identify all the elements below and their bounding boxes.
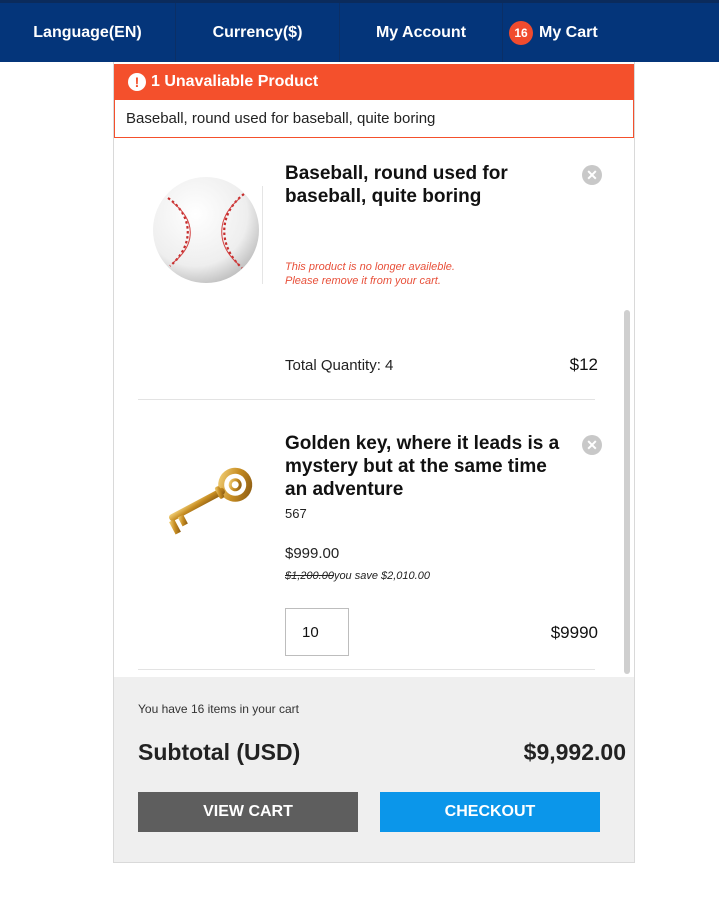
unavailable-alert-message: Baseball, round used for baseball, quite… xyxy=(114,99,634,138)
cart-dropdown-panel: ! 1 Unavaliable Product Baseball, round … xyxy=(113,62,635,863)
my-account-link[interactable]: My Account xyxy=(340,3,503,62)
view-cart-button[interactable]: VIEW CART xyxy=(138,792,358,832)
language-selector[interactable]: Language(EN) xyxy=(0,3,176,62)
checkout-button[interactable]: CHECKOUT xyxy=(380,792,600,832)
top-navigation: Language(EN) Currency($) My Account 16 M… xyxy=(0,0,719,62)
cart-summary: You have 16 items in your cart Subtotal … xyxy=(114,677,634,862)
currency-selector[interactable]: Currency($) xyxy=(176,3,340,62)
baseball-image xyxy=(153,177,259,283)
item-price: $999.00 xyxy=(285,545,340,562)
subtotal-value: $9,992.00 xyxy=(523,739,626,765)
unavailable-note: This product is no longer availeble. Ple… xyxy=(285,261,455,287)
quantity-input[interactable] xyxy=(285,608,349,656)
remove-item-button[interactable]: ✕ xyxy=(582,165,602,185)
items-scrollbar[interactable] xyxy=(624,310,630,674)
savings-text: you save $2,010.00 xyxy=(333,570,430,582)
old-price: $1,200.00 xyxy=(285,570,334,582)
image-separator xyxy=(262,186,263,284)
currency-label: Currency($) xyxy=(212,23,303,41)
close-icon: ✕ xyxy=(586,166,598,183)
total-quantity: Total Quantity: 4 xyxy=(285,357,394,374)
my-cart-label: My Cart xyxy=(539,23,598,41)
alert-message-text: Baseball, round used for baseball, quite… xyxy=(126,110,436,127)
item-divider xyxy=(138,399,595,400)
alert-icon: ! xyxy=(128,72,146,91)
unavailable-alert-header: ! 1 Unavaliable Product xyxy=(114,64,634,99)
remove-item-button[interactable]: ✕ xyxy=(582,435,602,455)
price-savings: $1,200.00you save $2,010.00 xyxy=(285,570,430,582)
language-label: Language(EN) xyxy=(33,23,142,41)
item-sku: 567 xyxy=(285,506,307,521)
my-account-label: My Account xyxy=(375,23,467,41)
subtotal-label: Subtotal (USD) xyxy=(138,739,301,765)
cart-count-badge: 16 xyxy=(509,20,533,45)
close-icon: ✕ xyxy=(586,436,598,453)
checkout-label: CHECKOUT xyxy=(444,803,536,820)
item-divider xyxy=(138,669,595,670)
item-name[interactable]: Baseball, round used for baseball, quite… xyxy=(285,162,585,208)
items-count-text: You have 16 items in your cart xyxy=(138,702,299,716)
item-total: $12 xyxy=(569,355,598,374)
my-cart-link[interactable]: 16 My Cart xyxy=(503,3,663,62)
item-name[interactable]: Golden key, where it leads is a mystery … xyxy=(285,432,585,501)
item-total: $9990 xyxy=(550,623,598,642)
view-cart-label: VIEW CART xyxy=(203,803,293,820)
alert-title: 1 Unavaliable Product xyxy=(151,72,319,90)
golden-key-image xyxy=(169,467,253,535)
